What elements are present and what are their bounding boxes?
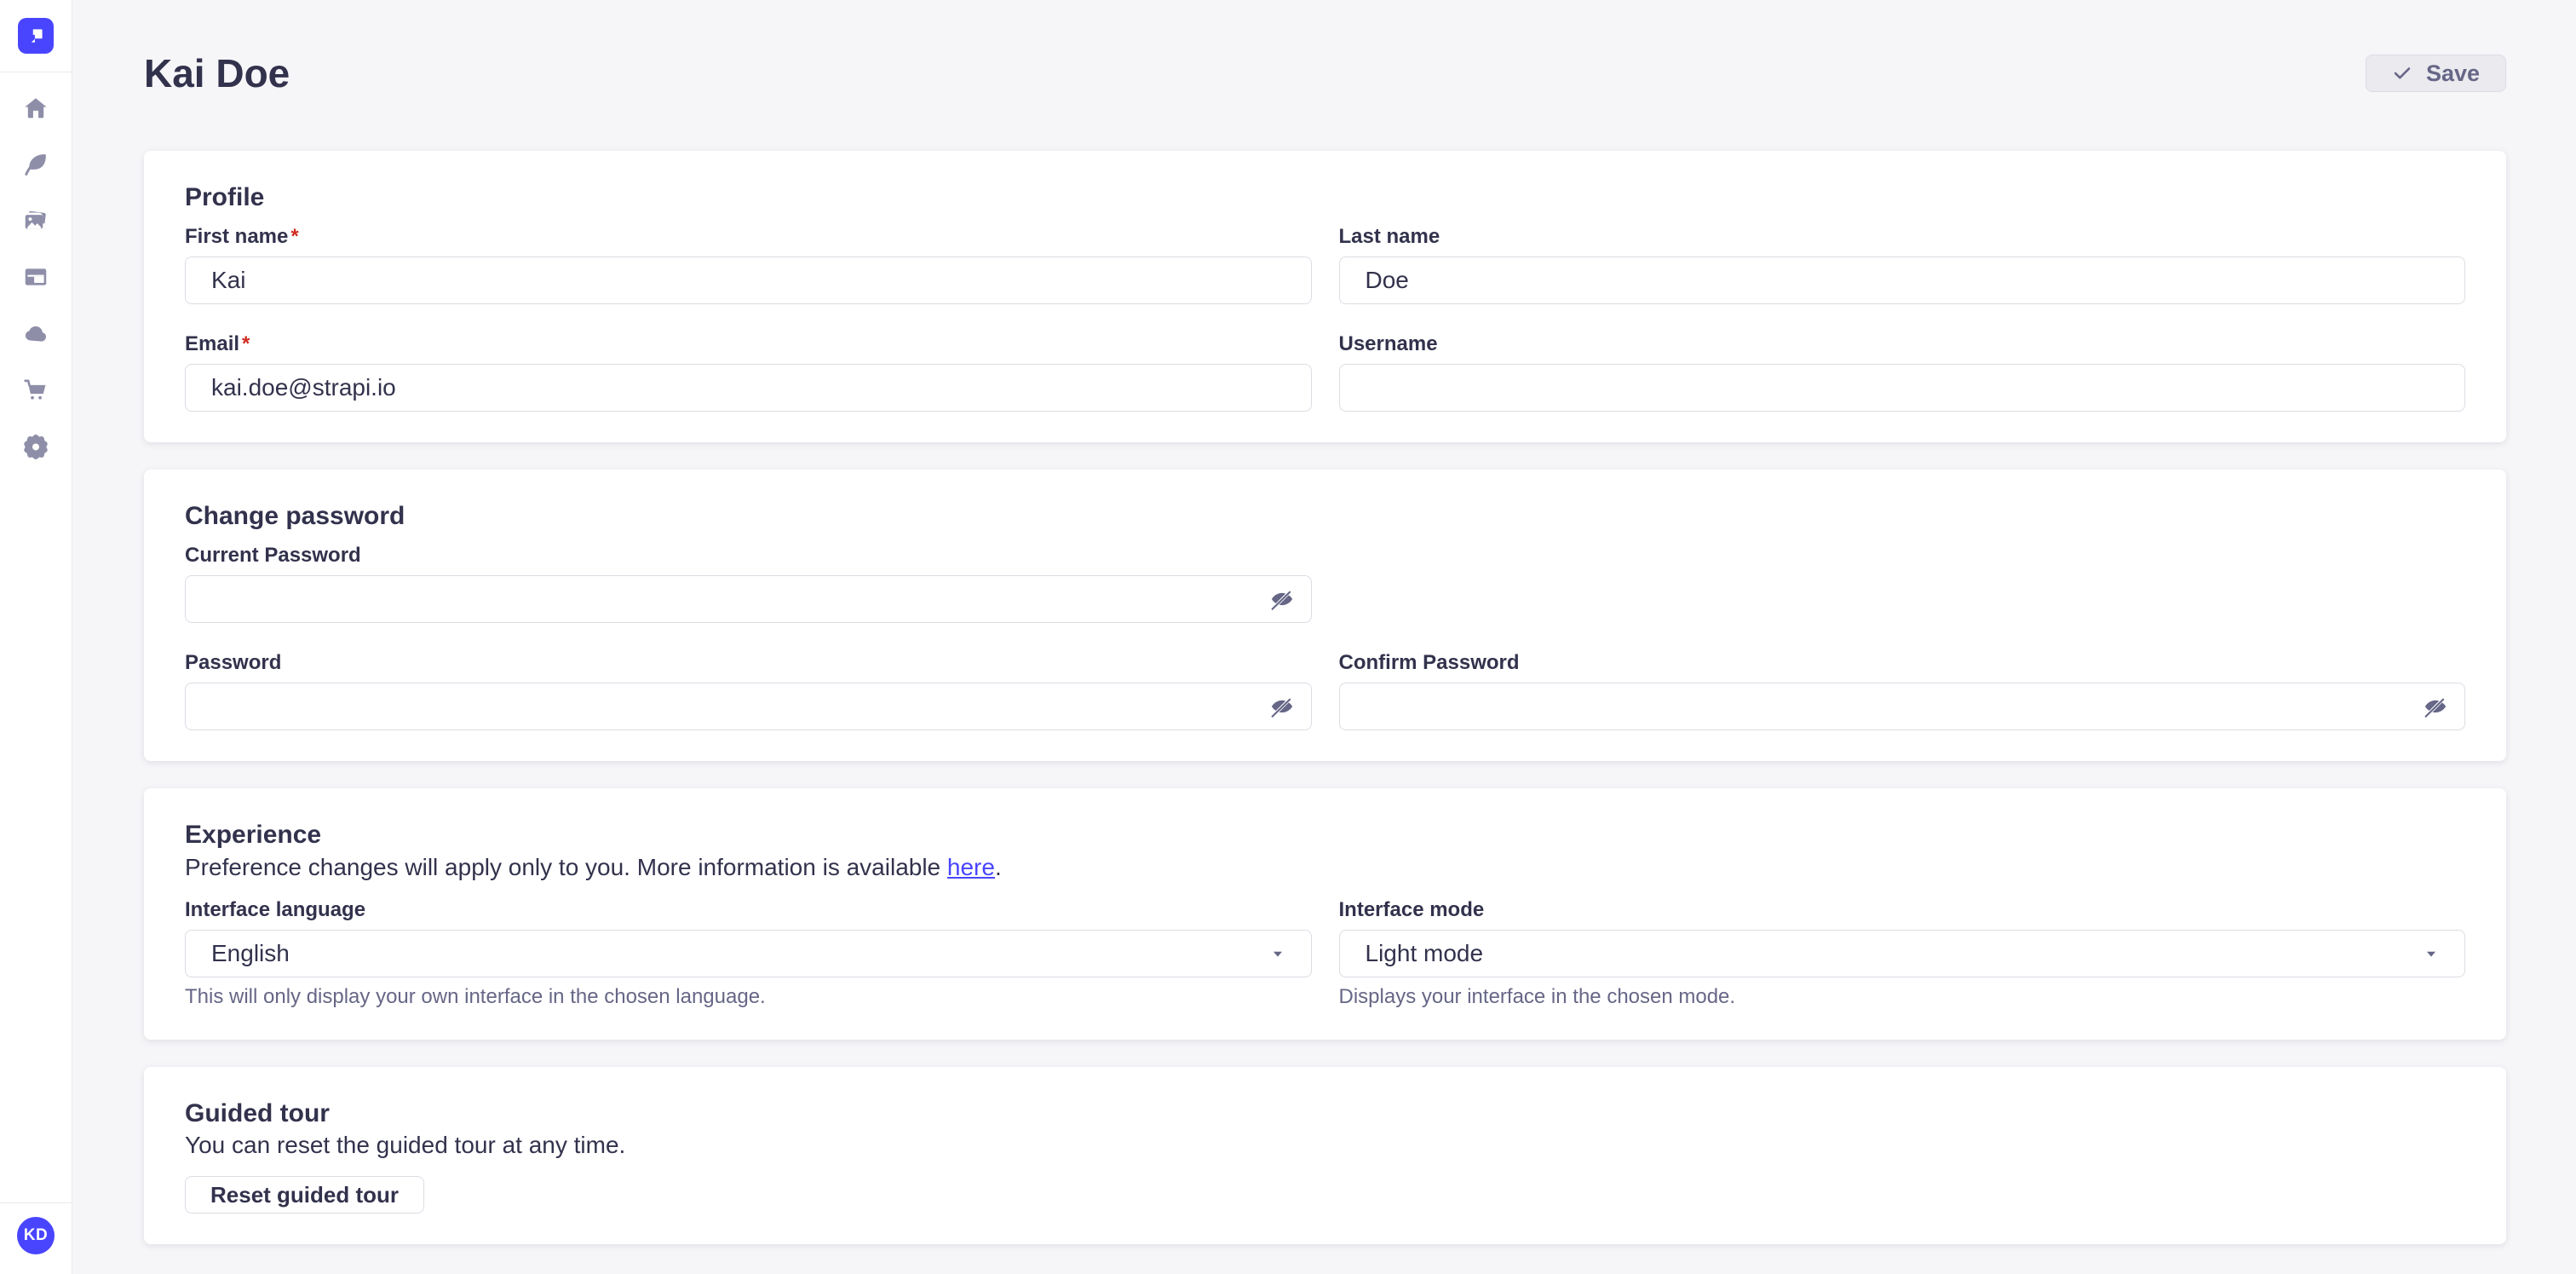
change-password-section-title: Change password (185, 500, 2465, 533)
experience-form: Interface language English This will onl… (185, 897, 2465, 1009)
interface-mode-label: Interface mode (1339, 897, 2466, 923)
interface-language-select[interactable]: English (185, 930, 1312, 977)
interface-language-label: Interface language (185, 897, 1312, 923)
last-name-label: Last name (1339, 224, 2466, 250)
gear-icon[interactable] (22, 432, 49, 459)
current-password-label: Current Password (185, 543, 1312, 568)
profile-card: Profile First name* Last name (144, 151, 2506, 442)
toggle-password-visibility-button[interactable] (2423, 694, 2448, 719)
email-label: Email* (185, 331, 1312, 357)
interface-mode-field-group: Interface mode Light mode Displays your … (1339, 897, 2466, 1009)
eye-slash-icon (2423, 694, 2448, 719)
username-field-group: Username (1339, 331, 2466, 412)
strapi-logo[interactable] (18, 18, 54, 54)
media-icon[interactable] (22, 207, 49, 234)
user-avatar[interactable]: KD (17, 1217, 55, 1254)
email-field-group: Email* (185, 331, 1312, 412)
check-icon (2392, 63, 2412, 84)
save-button[interactable]: Save (2366, 55, 2506, 92)
required-asterisk: * (242, 331, 250, 357)
chevron-down-icon (1268, 944, 1287, 963)
sidebar-footer: KD (0, 1202, 72, 1274)
home-icon[interactable] (22, 95, 49, 122)
eye-slash-icon (1269, 694, 1295, 719)
main-content: Kai Doe Save Profile First name* Last na… (72, 0, 2576, 1244)
profile-section-title: Profile (185, 182, 2465, 214)
sidebar-nav (22, 95, 49, 459)
profile-form: First name* Last name Email* (185, 224, 2465, 412)
username-input[interactable] (1339, 364, 2466, 412)
interface-language-field-group: Interface language English This will onl… (185, 897, 1312, 1009)
cart-icon[interactable] (22, 376, 49, 403)
interface-mode-value: Light mode (1366, 940, 1484, 967)
cloud-icon[interactable] (22, 320, 49, 347)
change-password-card: Change password Current Password (144, 470, 2506, 761)
current-password-input[interactable] (185, 575, 1312, 623)
confirm-password-label: Confirm Password (1339, 650, 2466, 676)
main-nav-sidebar: KD (0, 0, 72, 1274)
username-label: Username (1339, 331, 2466, 357)
page-header: Kai Doe Save (144, 0, 2506, 99)
interface-mode-select[interactable]: Light mode (1339, 930, 2466, 977)
interface-mode-hint: Displays your interface in the chosen mo… (1339, 985, 2466, 1009)
chevron-down-icon (2422, 944, 2441, 963)
confirm-password-field-group: Confirm Password (1339, 650, 2466, 730)
new-password-label: Password (185, 650, 1312, 676)
experience-section-title: Experience (185, 819, 2465, 851)
eye-slash-icon (1269, 586, 1295, 612)
save-button-label: Save (2426, 61, 2480, 87)
last-name-field-group: Last name (1339, 224, 2466, 304)
first-name-label: First name* (185, 224, 1312, 250)
required-asterisk: * (290, 224, 298, 250)
reset-guided-tour-button[interactable]: Reset guided tour (185, 1176, 424, 1213)
page-title: Kai Doe (144, 48, 290, 99)
first-name-field-group: First name* (185, 224, 1312, 304)
experience-card: Experience Preference changes will apply… (144, 788, 2506, 1040)
guided-tour-section-title: Guided tour (185, 1098, 2465, 1130)
toggle-password-visibility-button[interactable] (1269, 694, 1295, 719)
layout-icon[interactable] (22, 263, 49, 291)
email-input[interactable] (185, 364, 1312, 412)
interface-language-value: English (211, 940, 290, 967)
more-information-link[interactable]: here (947, 854, 995, 880)
guided-tour-card: Guided tour You can reset the guided tou… (144, 1067, 2506, 1244)
guided-tour-description: You can reset the guided tour at any tim… (185, 1132, 2465, 1159)
feather-icon[interactable] (22, 151, 49, 178)
strapi-logo-glyph (25, 25, 47, 47)
interface-language-hint: This will only display your own interfac… (185, 985, 1312, 1009)
current-password-field-group: Current Password (185, 543, 1312, 623)
experience-description: Preference changes will apply only to yo… (185, 853, 2465, 882)
first-name-input[interactable] (185, 257, 1312, 304)
last-name-input[interactable] (1339, 257, 2466, 304)
change-password-form: Current Password Password (185, 543, 2465, 730)
new-password-input[interactable] (185, 683, 1312, 730)
confirm-password-input[interactable] (1339, 683, 2466, 730)
new-password-field-group: Password (185, 650, 1312, 730)
avatar-initials: KD (24, 1226, 48, 1245)
toggle-password-visibility-button[interactable] (1269, 586, 1295, 612)
